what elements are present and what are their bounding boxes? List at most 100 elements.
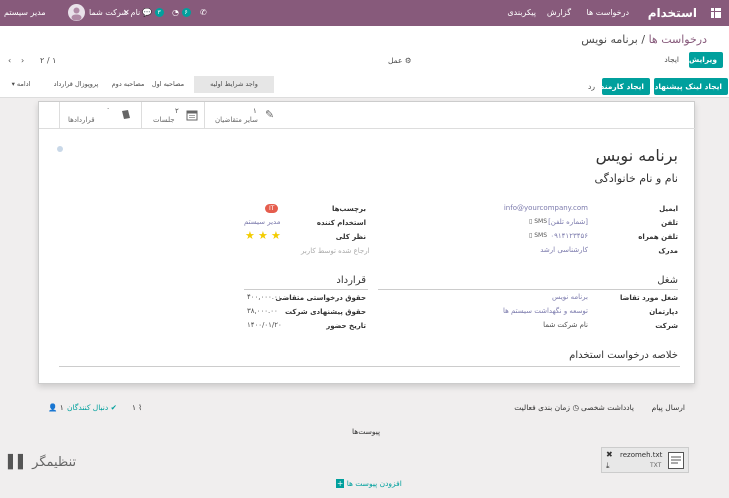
applied-job-value[interactable]: برنامه نویس [552,293,588,301]
meetings-button[interactable]: ۲ جلسات [141,102,204,129]
priority-indicator[interactable] [57,146,63,152]
stage-statusbar: واجد شرایط اولیه مصاحبه اول مصاحبه دوم پ… [0,76,729,94]
department-value[interactable]: توسعه و نگهداشت سیستم ها [503,307,588,315]
apps-menu-icon[interactable] [711,8,721,18]
attachment-card[interactable]: rezomeh.txt TXT ✖ ⤓ [601,447,689,473]
star-icon-1[interactable]: ★ [271,230,281,241]
pager-prev-icon[interactable]: ‹ [21,56,24,65]
phone-sms-button[interactable]: SMS ▯ [529,218,547,225]
mobile-label: تلفن همراه [638,233,678,241]
user-avatar[interactable] [68,4,85,21]
plus-square-icon: + [336,479,345,488]
action-dropdown[interactable]: ⚙ عمل [382,53,418,69]
tag-it[interactable]: IT [265,204,279,213]
create-button[interactable]: ایجاد [658,52,685,68]
availability-value[interactable]: ۱۴۰۰/۰۱/۲۰ [247,321,282,329]
evaluation-label: نظر کلی [335,233,366,241]
job-section-title: شغل [657,275,678,286]
referred-by-field[interactable]: ارجاع شده توسط کاربر [301,247,370,255]
applicant-title[interactable]: برنامه نویس [596,146,678,165]
attachment-file-ext: TXT [650,462,662,469]
download-icon[interactable]: ⤓ [606,461,610,471]
proposed-salary-label: حقوق پیشنهادی شرکت [284,308,366,316]
other-applicants-button[interactable]: ۱ سایر متقاضیان ✎ [204,102,286,129]
star-icon-2[interactable]: ★ [258,230,268,241]
phone-field[interactable]: [شماره تلفن] [548,218,588,226]
applied-job-label: شغل مورد تقاضا [620,294,678,302]
applicant-name-field[interactable]: نام و نام خانوادگی [594,172,678,185]
expected-salary-label: حقوق درخواستی متقاضی [275,294,366,302]
watermark-text: تنظیمگر [32,455,77,470]
clock-icon: ◔ [172,8,179,17]
mobile-sms-icon: ▯ [529,232,533,239]
company-value[interactable]: نام شرکت شما [543,321,588,329]
other-applicants-label: سایر متقاضیان [215,116,258,124]
contract-section-title: قرارداد [336,275,366,286]
mobile-value[interactable]: ۰۹۱۴۱۲۳۴۵۶ [550,232,588,240]
pager-value[interactable]: ۱ / ۲ [40,56,56,65]
app-brand[interactable]: استخدام [648,0,697,26]
star-icon-3[interactable]: ★ [245,230,255,241]
proposed-salary-value[interactable]: ۳۸,۰۰۰.۰۰ [247,307,278,315]
attachments-count: ۱ [132,403,137,412]
send-message-button[interactable]: ارسال پیام [652,403,685,412]
pager-next-icon[interactable]: › [8,56,11,65]
contracts-button[interactable]: · قراردادها [59,102,141,129]
stage-second-interview[interactable]: مصاحبه دوم [110,76,146,93]
add-attachments-button[interactable]: افزودن پیوست ها + [336,479,402,488]
check-icon: ✔ [110,403,117,412]
caret-down-icon: ▾ [11,80,15,88]
gear-icon: ⚙ [404,56,412,65]
menu-applications[interactable]: درخواست ها [587,0,629,26]
mobile-icon: ▯ [529,218,533,225]
stage-first-interview[interactable]: مصاحبه اول [145,76,191,93]
debug-tools-icon[interactable]: ✕ [123,0,130,26]
top-navbar: استخدام درخواست ها گزارش پیکربندی مدیر س… [0,0,729,26]
followers-button[interactable]: ۱ 👤 [48,403,64,412]
mobile-sms-button[interactable]: SMS ▯ [529,232,547,239]
chat-icon[interactable]: ۳ 💬 [142,0,164,26]
follow-label: دنبال کنندگان [67,403,109,412]
expected-salary-value[interactable]: ۴۰۰,۰۰۰.۰۰ [247,293,282,301]
company-label: شرکت [655,322,678,330]
breadcrumb-parent[interactable]: درخواست ها [649,33,707,46]
summary-section-title: خلاصه درخواست استخدام [569,350,678,361]
calendar-icon [186,109,198,123]
tags-label: برچسب‌ها [331,205,366,213]
chat-badge: ۳ [154,8,164,17]
smart-buttons-row: ۱ سایر متقاضیان ✎ ۲ جلسات · قراردادها [39,102,696,129]
menu-reports[interactable]: گزارش [547,0,571,26]
meetings-label: جلسات [153,116,175,124]
user-name[interactable]: مدیر سیستم [4,0,46,26]
phone-sms-label: SMS [534,218,548,225]
attachments-counter[interactable]: ⌇ ۱ [132,403,142,412]
clock-activity-icon: ◷ [572,403,579,412]
book-icon [120,109,132,123]
recruiter-value[interactable]: مدیر سیستم [244,218,280,226]
activity-icon[interactable]: ۶ ◔ [172,0,191,26]
phone-icon[interactable]: ✆ [200,0,207,26]
add-attachments-label: افزودن پیوست ها [346,479,402,488]
availability-label: تاریخ حضور [326,322,366,330]
stage-more-dropdown[interactable]: ادامه ▾ [4,76,38,93]
breadcrumb-separator: / [641,33,646,46]
file-icon [668,452,684,471]
degree-label: مدرک [658,247,678,255]
menu-configuration[interactable]: پیکربندی [507,0,536,26]
breadcrumb: درخواست ها / برنامه نویس [581,33,707,46]
degree-value[interactable]: کارشناسی ارشد [540,246,588,254]
schedule-activity-button[interactable]: ◷ زمان بندی فعالیت [514,403,579,412]
email-value[interactable]: info@yourcompany.com [504,204,588,212]
edit-button[interactable]: ویرایش [689,52,723,68]
followers-count: ۱ [59,403,64,412]
stage-contract-proposal[interactable]: پروپوزال قرارداد [46,76,106,93]
phone-label: تلفن [661,219,678,227]
other-applicants-count: ۱ [253,107,257,115]
stage-initial-qualification[interactable]: واجد شرایط اولیه [194,76,274,93]
company-switcher[interactable]: نام شرکت شما [89,0,140,26]
attachment-file-name[interactable]: rezomeh.txt [620,451,662,459]
mobile-sms-label: SMS [534,232,548,239]
log-note-button[interactable]: یادداشت شخصی [581,403,634,412]
follow-button[interactable]: ✔ دنبال کنندگان [67,403,117,412]
delete-icon[interactable]: ✖ [606,450,613,459]
